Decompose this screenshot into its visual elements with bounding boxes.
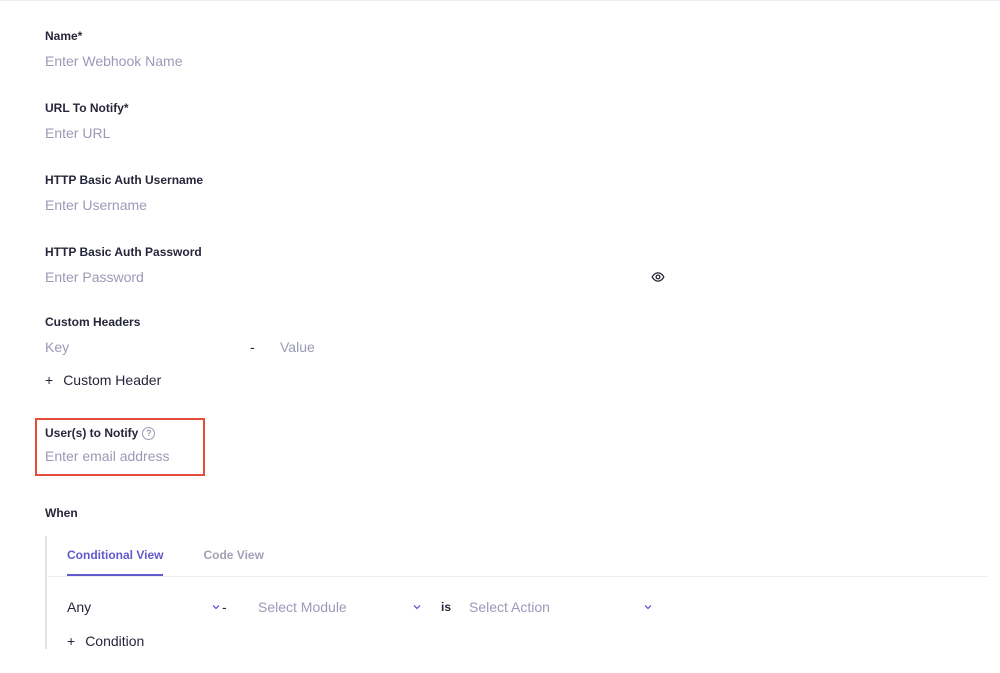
when-label: When <box>45 506 955 520</box>
module-dropdown[interactable]: Select Module <box>258 599 423 615</box>
header-dash: - <box>250 339 280 355</box>
password-input[interactable] <box>45 269 651 285</box>
plus-icon: + <box>67 633 75 649</box>
username-label: HTTP Basic Auth Username <box>45 173 955 187</box>
plus-icon: + <box>45 372 53 388</box>
add-condition-button[interactable]: + Condition <box>47 615 955 649</box>
add-custom-header-label: Custom Header <box>63 372 161 388</box>
header-value-input[interactable] <box>280 339 540 355</box>
condition-type-dropdown[interactable]: Any <box>67 599 222 615</box>
chevron-down-icon <box>210 601 222 613</box>
condition-dash: - <box>222 599 258 615</box>
custom-headers-label: Custom Headers <box>45 315 955 329</box>
name-input[interactable] <box>45 53 955 69</box>
url-input[interactable] <box>45 125 955 141</box>
password-label: HTTP Basic Auth Password <box>45 245 955 259</box>
chevron-down-icon <box>411 601 423 613</box>
chevron-down-icon <box>642 601 654 613</box>
tab-conditional-view[interactable]: Conditional View <box>67 536 163 576</box>
users-notify-label: User(s) to Notify ? <box>45 426 195 440</box>
eye-icon[interactable] <box>651 270 665 284</box>
add-custom-header-button[interactable]: + Custom Header <box>45 372 955 388</box>
add-condition-label: Condition <box>85 633 144 649</box>
header-key-input[interactable] <box>45 339 250 355</box>
condition-row: Any - Select Module is Select Action <box>47 577 955 615</box>
help-icon[interactable]: ? <box>142 427 155 440</box>
url-label: URL To Notify* <box>45 101 955 115</box>
name-label: Name* <box>45 29 955 43</box>
users-notify-input[interactable] <box>45 448 195 464</box>
tab-code-view[interactable]: Code View <box>203 536 263 576</box>
condition-is: is <box>423 600 469 614</box>
action-dropdown[interactable]: Select Action <box>469 599 654 615</box>
username-input[interactable] <box>45 197 955 213</box>
